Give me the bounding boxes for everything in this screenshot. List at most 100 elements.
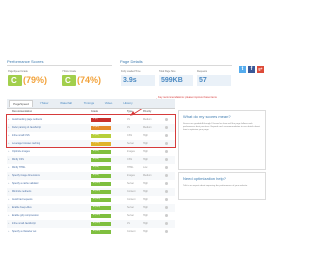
- recommendation-name[interactable]: Enable gzip compression: [12, 214, 39, 217]
- table-row[interactable]: + Minimize redirects A (100) Content High: [7, 188, 175, 196]
- table-row[interactable]: + Optimize images A (93) Images High: [7, 148, 175, 156]
- expand-icon[interactable]: +: [8, 222, 9, 225]
- col-recommendation: Recommendation: [12, 110, 33, 113]
- type-cell: Images: [127, 174, 135, 177]
- grade-label: A (100): [93, 229, 101, 232]
- recommendation-name[interactable]: Specify a character set: [12, 230, 36, 233]
- priority-cell: High: [143, 182, 148, 185]
- recommendation-name[interactable]: Avoid bad requests: [12, 198, 32, 201]
- pagespeed-grade: C: [8, 75, 22, 86]
- status-dot-icon: [165, 206, 168, 209]
- expand-icon[interactable]: +: [8, 198, 9, 201]
- tab-history[interactable]: History: [119, 100, 137, 107]
- type-cell: JS: [127, 222, 130, 225]
- google-plus-icon[interactable]: g+: [257, 66, 264, 73]
- type-cell: Server: [127, 214, 135, 217]
- grade-label: A (100): [93, 189, 101, 192]
- table-row[interactable]: + Minify CSS A (99) CSS High: [7, 156, 175, 164]
- grade-label: A (100): [93, 197, 101, 200]
- page-size-value: 599KB: [159, 75, 193, 86]
- type-cell: Images: [127, 150, 135, 153]
- table-row[interactable]: + Enable gzip compression A (100) Server Hig…: [7, 212, 175, 220]
- tab-timings[interactable]: Timings: [80, 100, 98, 107]
- recommendation-name[interactable]: Optimize images: [12, 150, 30, 153]
- recommendation-name[interactable]: Minify HTML: [12, 166, 25, 169]
- status-dot-icon: [165, 222, 168, 225]
- priority-cell: Medium: [143, 174, 152, 177]
- recommendation-name[interactable]: Enable Keep-Alive: [12, 206, 32, 209]
- recommendation-name[interactable]: Inline small JavaScript: [12, 222, 36, 225]
- tab-video[interactable]: Video: [101, 100, 116, 107]
- sidebar-scores-title: What do my scores mean?: [183, 114, 231, 119]
- status-dot-icon: [165, 198, 168, 201]
- divider: [120, 65, 232, 66]
- grade-label: A (100): [93, 205, 101, 208]
- performance-title: Performance Scores: [7, 59, 44, 64]
- recommendation-name[interactable]: Specify image dimensions: [12, 174, 40, 177]
- table-row[interactable]: + Specify image dimensions A (99) Images Med…: [7, 172, 175, 180]
- recommendation-name[interactable]: Minimize redirects: [12, 190, 31, 193]
- sidebar-box-help: Need optimization help? Talk to an exper…: [178, 172, 266, 200]
- priority-cell: High: [143, 158, 148, 161]
- twitter-icon[interactable]: t: [239, 66, 246, 73]
- table-row[interactable]: + Avoid bad requests A (100) Content High: [7, 196, 175, 204]
- priority-cell: High: [143, 206, 148, 209]
- status-dot-icon: [165, 190, 168, 193]
- facebook-icon[interactable]: f: [248, 66, 255, 73]
- pagespeed-score: (79%): [23, 75, 48, 85]
- col-priority: Priority: [143, 110, 152, 113]
- col-grade: Grade: [91, 110, 98, 113]
- page-size-label: Total Page Size: [159, 70, 176, 73]
- yslow-label: YSlow Grade: [62, 70, 77, 73]
- type-cell: Content: [127, 190, 136, 193]
- pagespeed-label: PageSpeed Grade: [8, 70, 28, 73]
- grade-label: A (93): [93, 149, 99, 152]
- recommendation-name[interactable]: Minify CSS: [12, 158, 24, 161]
- tab-yslow[interactable]: YSlow: [36, 100, 52, 107]
- type-cell: Content: [127, 198, 136, 201]
- requests-value: 57: [197, 75, 231, 86]
- type-cell: Server: [127, 182, 135, 185]
- priority-cell: High: [143, 222, 148, 225]
- expand-icon[interactable]: +: [8, 214, 9, 217]
- status-dot-icon: [165, 166, 168, 169]
- expand-icon[interactable]: +: [8, 190, 9, 193]
- status-dot-icon: [165, 150, 168, 153]
- table-row[interactable]: + Specify a character set A (100) Content Hi…: [7, 228, 175, 236]
- expand-icon[interactable]: +: [8, 230, 9, 233]
- grade-label: A (98): [93, 165, 99, 168]
- status-dot-icon: [165, 174, 168, 177]
- priority-cell: High: [143, 230, 148, 233]
- sidebar-help-title: Need optimization help?: [183, 176, 226, 181]
- requests-label: Requests: [197, 70, 208, 73]
- load-time-value: 3.9s: [121, 75, 155, 86]
- tab-waterfall[interactable]: Waterfall: [55, 100, 77, 107]
- table-row[interactable]: + Inline small JavaScript A (100) JS High: [7, 220, 175, 228]
- grade-label: A (99): [93, 173, 99, 176]
- expand-icon[interactable]: +: [8, 174, 9, 177]
- status-dot-icon: [165, 158, 168, 161]
- type-cell: Content: [127, 230, 136, 233]
- expand-icon[interactable]: +: [8, 166, 9, 169]
- table-row[interactable]: + Minify HTML A (98) HTML Low: [7, 164, 175, 172]
- expand-icon[interactable]: +: [8, 158, 9, 161]
- highlight-box: [6, 114, 176, 148]
- yslow-score: (74%): [77, 75, 102, 85]
- expand-icon[interactable]: +: [8, 182, 9, 185]
- status-dot-icon: [165, 214, 168, 217]
- recommendation-name[interactable]: Specify a cache validator: [12, 182, 39, 185]
- table-row[interactable]: + Enable Keep-Alive A (100) Server High: [7, 204, 175, 212]
- tab-pagespeed[interactable]: PageSpeed: [9, 100, 33, 107]
- sidebar-help-text: Talk to an expert about improving the pe…: [183, 185, 248, 187]
- table-row[interactable]: + Specify a cache validator A (100) Server H…: [7, 180, 175, 188]
- expand-icon[interactable]: +: [8, 150, 9, 153]
- type-cell: Server: [127, 206, 135, 209]
- load-time-label: Fully Loaded Time: [121, 70, 141, 73]
- details-title: Page Details: [120, 59, 143, 64]
- grade-label: A (99): [93, 157, 99, 160]
- status-dot-icon: [165, 230, 168, 233]
- type-cell: CSS: [127, 158, 132, 161]
- grade-label: A (100): [93, 213, 101, 216]
- expand-icon[interactable]: +: [8, 206, 9, 209]
- priority-cell: High: [143, 190, 148, 193]
